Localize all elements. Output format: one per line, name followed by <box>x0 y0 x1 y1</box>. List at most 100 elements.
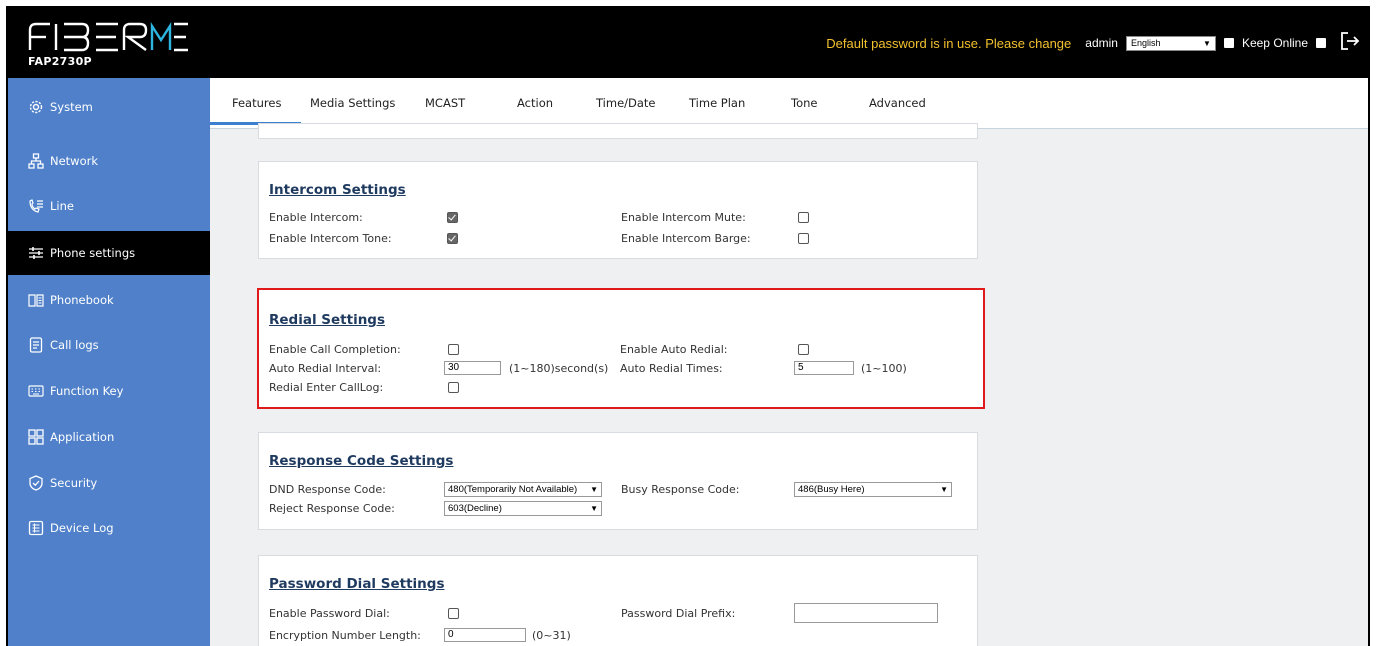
sidebar-item-device-log[interactable]: Device Log <box>8 506 210 550</box>
reject-response-code-select[interactable]: 603(Decline) ▼ <box>444 501 602 516</box>
reject-response-code-label: Reject Response Code: <box>269 502 395 515</box>
dnd-response-code-value: 480(Temporarily Not Available) <box>448 484 578 495</box>
redial-settings-card: Redial Settings Enable Call Completion: … <box>257 288 985 409</box>
sidebar-item-phone-settings[interactable]: Phone settings <box>8 231 210 275</box>
redial-enter-calllog-checkbox[interactable] <box>448 382 459 393</box>
tab-time-plan[interactable]: Time Plan <box>689 96 745 110</box>
sidebar-item-phonebook[interactable]: Phonebook <box>8 278 210 322</box>
main-content: Intercom Settings Enable Intercom: Enabl… <box>210 123 1368 646</box>
enable-call-completion-checkbox[interactable] <box>448 344 459 355</box>
enable-intercom-tone-checkbox[interactable] <box>447 233 458 244</box>
password-dial-prefix-label: Password Dial Prefix: <box>621 607 736 620</box>
sliders-icon <box>28 245 44 261</box>
keep-online-label: Keep Online <box>1241 36 1308 50</box>
auto-redial-times-range: (1~100) <box>861 362 907 375</box>
busy-response-code-label: Busy Response Code: <box>621 483 740 496</box>
language-value: English <box>1130 38 1161 48</box>
document-icon <box>28 337 44 353</box>
enable-auto-redial-checkbox[interactable] <box>798 344 809 355</box>
language-select[interactable]: English ▼ <box>1125 35 1216 51</box>
fiberme-logo <box>28 21 188 56</box>
sidebar-item-label: Security <box>50 476 98 490</box>
dnd-response-code-select[interactable]: 480(Temporarily Not Available) ▼ <box>444 482 602 497</box>
reject-response-code-value: 603(Decline) <box>448 503 502 514</box>
keep-online-checkbox[interactable] <box>1316 38 1326 48</box>
password-dial-settings-title: Password Dial Settings <box>269 576 445 592</box>
sidebar-item-label: Line <box>50 199 74 213</box>
sidebar-item-network[interactable]: Network <box>8 139 210 183</box>
enable-intercom-checkbox[interactable] <box>447 212 458 223</box>
redial-enter-calllog-label: Redial Enter CallLog: <box>269 381 384 394</box>
previous-section-card <box>258 123 978 139</box>
enable-intercom-barge-label: Enable Intercom Barge: <box>621 232 751 245</box>
tab-bar: Features Media Settings MCAST Action Tim… <box>210 78 1368 129</box>
tab-action[interactable]: Action <box>517 96 553 110</box>
tab-media-settings[interactable]: Media Settings <box>310 96 395 110</box>
enable-intercom-mute-checkbox[interactable] <box>798 212 809 223</box>
sidebar-item-label: Application <box>50 430 115 444</box>
intercom-settings-title: Intercom Settings <box>269 182 406 198</box>
language-checkbox[interactable] <box>1223 38 1234 48</box>
enable-password-dial-label: Enable Password Dial: <box>269 607 390 620</box>
auto-redial-times-input[interactable]: 5 <box>794 361 854 375</box>
sidebar-item-call-logs[interactable]: Call logs <box>8 323 210 367</box>
shield-icon <box>28 475 44 491</box>
enable-auto-redial-label: Enable Auto Redial: <box>620 343 728 356</box>
busy-response-code-select[interactable]: 486(Busy Here) ▼ <box>794 482 952 497</box>
default-password-warning[interactable]: Default password is in use. Please chang… <box>826 36 1071 51</box>
tab-features[interactable]: Features <box>232 96 281 110</box>
sidebar-item-label: System <box>50 100 93 114</box>
sidebar-item-label: Phone settings <box>50 246 136 260</box>
encryption-number-length-range: (0~31) <box>532 629 571 642</box>
grid-icon <box>28 429 44 445</box>
auto-redial-interval-input[interactable]: 30 <box>444 361 501 375</box>
keyboard-icon <box>28 383 44 399</box>
password-dial-settings-card: Password Dial Settings Enable Password D… <box>258 555 978 646</box>
response-code-settings-card: Response Code Settings DND Response Code… <box>258 432 978 530</box>
header-actions: Default password is in use. Please chang… <box>826 32 1360 54</box>
enable-intercom-mute-label: Enable Intercom Mute: <box>621 211 746 224</box>
password-dial-prefix-input[interactable] <box>794 603 938 623</box>
response-code-settings-title: Response Code Settings <box>269 453 454 469</box>
enable-call-completion-label: Enable Call Completion: <box>269 343 401 356</box>
log-icon <box>28 520 44 536</box>
enable-intercom-barge-checkbox[interactable] <box>798 233 809 244</box>
enable-password-dial-checkbox[interactable] <box>448 608 459 619</box>
tab-mcast[interactable]: MCAST <box>425 96 465 110</box>
sidebar-item-line[interactable]: Line <box>8 184 210 228</box>
current-user: admin <box>1085 36 1118 50</box>
sidebar-item-label: Device Log <box>50 521 114 535</box>
chevron-down-icon: ▼ <box>590 504 598 513</box>
book-icon <box>28 292 44 308</box>
tab-advanced[interactable]: Advanced <box>869 96 926 110</box>
sidebar-item-label: Call logs <box>50 338 99 352</box>
sidebar-item-label: Phonebook <box>50 293 114 307</box>
auto-redial-interval-range: (1~180)second(s) <box>509 362 609 375</box>
chevron-down-icon: ▼ <box>940 485 948 494</box>
sidebar-item-function-key[interactable]: Function Key <box>8 369 210 413</box>
gear-icon <box>28 99 44 115</box>
redial-settings-title: Redial Settings <box>269 312 386 328</box>
sidebar-item-system[interactable]: System <box>8 85 210 129</box>
sidebar-item-application[interactable]: Application <box>8 415 210 459</box>
enable-intercom-label: Enable Intercom: <box>269 211 363 224</box>
device-model: FAP2730P <box>28 55 92 68</box>
network-icon <box>28 153 44 169</box>
sidebar-item-security[interactable]: Security <box>8 461 210 505</box>
phone-line-icon <box>28 198 44 214</box>
chevron-down-icon: ▼ <box>590 485 598 494</box>
encryption-number-length-label: Encryption Number Length: <box>269 629 421 642</box>
encryption-number-length-input[interactable]: 0 <box>444 628 526 642</box>
tab-time-date[interactable]: Time/Date <box>596 96 656 110</box>
busy-response-code-value: 486(Busy Here) <box>798 484 865 495</box>
auto-redial-interval-label: Auto Redial Interval: <box>269 362 382 375</box>
sidebar-item-label: Network <box>50 154 99 168</box>
dnd-response-code-label: DND Response Code: <box>269 483 386 496</box>
sidebar: System Network Line Phone settings Phone… <box>8 78 210 646</box>
top-header: FAP2730P Default password is in use. Ple… <box>8 8 1368 78</box>
app-frame: FAP2730P Default password is in use. Ple… <box>6 6 1370 646</box>
logout-icon[interactable] <box>1340 31 1360 55</box>
tab-tone[interactable]: Tone <box>791 96 817 110</box>
enable-intercom-tone-label: Enable Intercom Tone: <box>269 232 392 245</box>
auto-redial-times-label: Auto Redial Times: <box>620 362 723 375</box>
